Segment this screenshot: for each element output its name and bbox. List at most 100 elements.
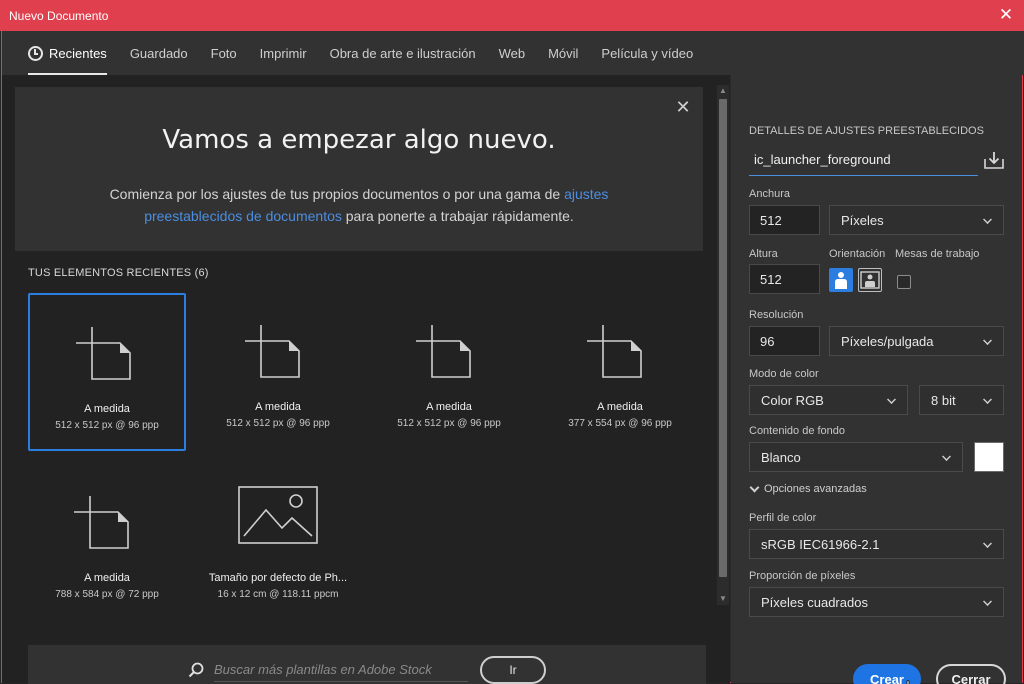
search-go-button[interactable]: Ir xyxy=(480,656,546,684)
chevron-down-icon xyxy=(983,539,992,548)
tab-label: Imprimir xyxy=(259,45,307,61)
bit-depth-value: 8 bit xyxy=(931,392,956,408)
width-label: Anchura xyxy=(749,188,790,200)
pixel-ratio-select[interactable]: Píxeles cuadrados xyxy=(749,587,1004,617)
tab-obra-de-arte[interactable]: Obra de arte e ilustración xyxy=(330,31,476,75)
details-title: DETALLES DE AJUSTES PREESTABLECIDOS xyxy=(749,125,984,137)
close-button[interactable]: Cerrar xyxy=(936,664,1006,684)
search-icon xyxy=(188,662,204,678)
welcome-text: Comienza por los ajustes de tus propios … xyxy=(95,183,623,227)
recent-item[interactable]: A medida 788 x 584 px @ 72 ppp xyxy=(28,464,186,622)
tab-foto[interactable]: Foto xyxy=(211,31,237,75)
chevron-down-icon xyxy=(983,597,992,606)
chevron-down-icon xyxy=(749,482,760,492)
welcome-text-start: Comienza por los ajustes de tus propios … xyxy=(109,186,565,202)
width-unit-value: Píxeles xyxy=(841,212,884,228)
resolution-label: Resolución xyxy=(749,309,804,321)
resolution-unit-value: Píxeles/pulgada xyxy=(841,333,934,349)
resolution-unit-select[interactable]: Píxeles/pulgada xyxy=(829,326,1004,356)
tab-pelicula-y-video[interactable]: Película y vídeo xyxy=(601,31,693,75)
new-document-icon xyxy=(587,325,642,378)
recent-item-name: A medida xyxy=(84,403,130,415)
bit-depth-select[interactable]: 8 bit xyxy=(919,385,1004,415)
chevron-down-icon xyxy=(983,395,992,404)
recent-title-label: TUS ELEMENTOS RECIENTES xyxy=(28,267,192,279)
scroll-down-icon[interactable]: ▼ xyxy=(717,593,729,605)
new-document-icon xyxy=(74,496,129,549)
chevron-down-icon xyxy=(983,215,992,224)
banner-close-icon[interactable]: ✕ xyxy=(675,97,691,117)
pixel-ratio-label: Proporción de píxeles xyxy=(749,570,856,582)
tab-label: Web xyxy=(498,45,526,61)
landscape-orientation-button[interactable] xyxy=(858,268,882,292)
tab-guardado[interactable]: Guardado xyxy=(130,31,188,75)
recent-count: (6) xyxy=(194,267,209,279)
color-profile-select[interactable]: sRGB IEC61966-2.1 xyxy=(749,529,1004,559)
recent-item-size: 512 x 512 px @ 96 ppp xyxy=(226,418,330,429)
preset-name-input[interactable]: ic_launcher_foreground xyxy=(749,146,978,176)
tab-label: Película y vídeo xyxy=(601,45,694,61)
color-profile-label: Perfil de color xyxy=(749,512,817,524)
pixel-ratio-value: Píxeles cuadrados xyxy=(761,594,868,610)
recent-item-size: 512 x 512 px @ 96 ppp xyxy=(55,420,159,431)
advanced-options-label: Opciones avanzadas xyxy=(764,483,867,495)
color-mode-label: Modo de color xyxy=(749,368,819,380)
recent-item-name: A medida xyxy=(426,401,472,413)
recent-item-size: 788 x 584 px @ 72 ppp xyxy=(55,589,159,600)
recent-item[interactable]: A medida 512 x 512 px @ 96 ppp xyxy=(370,293,528,451)
save-preset-icon[interactable] xyxy=(984,151,1004,169)
tab-imprimir[interactable]: Imprimir xyxy=(260,31,307,75)
width-input[interactable]: 512 xyxy=(749,205,820,235)
chevron-down-icon xyxy=(983,336,992,345)
window-title: Nuevo Documento xyxy=(9,8,109,23)
window-close-icon[interactable]: ✕ xyxy=(998,6,1014,24)
recent-section-title: TUS ELEMENTOS RECIENTES (6) xyxy=(28,267,209,279)
recent-item-size: 377 x 554 px @ 96 ppp xyxy=(568,418,672,429)
hand-cursor-icon xyxy=(906,680,910,684)
recent-item[interactable]: Tamaño por defecto de Ph... 16 x 12 cm @… xyxy=(199,464,357,622)
recent-item[interactable]: A medida 377 x 554 px @ 96 ppp xyxy=(541,293,699,451)
color-mode-select[interactable]: Color RGB xyxy=(749,385,908,415)
color-profile-value: sRGB IEC61966-2.1 xyxy=(761,536,880,552)
stock-search-input[interactable] xyxy=(214,658,468,682)
title-bar: Nuevo Documento ✕ xyxy=(0,0,1024,31)
recent-item-name: A medida xyxy=(597,401,643,413)
landscape-icon xyxy=(860,271,880,289)
recent-item[interactable]: A medida 512 x 512 px @ 96 ppp xyxy=(28,293,186,451)
tab-recientes[interactable]: Recientes xyxy=(28,31,107,75)
recent-item-name: Tamaño por defecto de Ph... xyxy=(208,572,348,584)
color-mode-value: Color RGB xyxy=(761,392,824,408)
height-input[interactable]: 512 xyxy=(749,264,820,294)
portrait-orientation-button[interactable] xyxy=(829,268,853,292)
background-color-swatch[interactable] xyxy=(974,442,1004,472)
category-tabs: Recientes Guardado Foto Imprimir Obra de… xyxy=(2,31,1024,75)
recent-item-size: 512 x 512 px @ 96 ppp xyxy=(397,418,501,429)
portrait-icon xyxy=(835,272,847,289)
recent-item[interactable]: A medida 512 x 512 px @ 96 ppp xyxy=(199,293,357,451)
artboards-checkbox[interactable] xyxy=(897,275,911,289)
clock-icon xyxy=(28,45,43,61)
background-value: Blanco xyxy=(761,449,801,465)
welcome-banner: ✕ Vamos a empezar algo nuevo. Comienza p… xyxy=(15,87,703,251)
chevron-down-icon xyxy=(942,452,951,461)
chevron-down-icon xyxy=(887,395,896,404)
width-unit-select[interactable]: Píxeles xyxy=(829,205,1004,235)
welcome-text-end: para ponerte a trabajar rápidamente. xyxy=(341,208,574,224)
orientation-label: Orientación xyxy=(829,248,886,260)
height-label: Altura xyxy=(749,248,778,260)
tab-label: Foto xyxy=(210,45,237,61)
advanced-options-toggle[interactable]: Opciones avanzadas xyxy=(749,482,867,495)
background-select[interactable]: Blanco xyxy=(749,442,963,472)
tab-web[interactable]: Web xyxy=(499,31,526,75)
tab-movil[interactable]: Móvil xyxy=(548,31,578,75)
scroll-up-icon[interactable]: ▲ xyxy=(717,85,729,97)
resolution-input[interactable]: 96 xyxy=(749,326,820,356)
scrollbar-thumb[interactable] xyxy=(719,99,727,577)
tab-label: Guardado xyxy=(129,45,188,61)
artboards-label: Mesas de trabajo xyxy=(895,248,980,260)
presets-scrollbar[interactable]: ▲ ▼ xyxy=(717,85,729,605)
new-document-icon xyxy=(76,327,131,380)
preset-details-panel: DETALLES DE AJUSTES PREESTABLECIDOS ic_l… xyxy=(731,75,1022,684)
tab-label: Obra de arte e ilustración xyxy=(329,45,476,61)
new-document-dialog: Recientes Guardado Foto Imprimir Obra de… xyxy=(1,31,1024,684)
